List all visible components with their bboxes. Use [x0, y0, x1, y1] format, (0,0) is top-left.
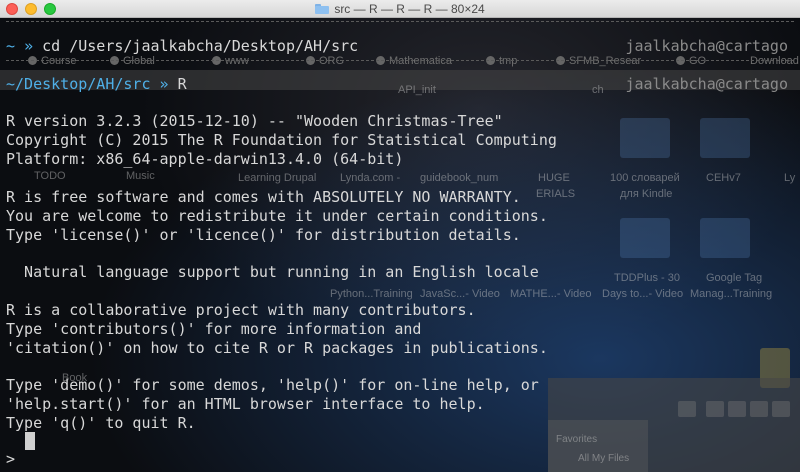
- output-line: Type 'contributors()' for more informati…: [6, 320, 422, 338]
- prompt-line-1: ~ » cd /Users/jaalkabcha/Desktop/AH/src: [6, 37, 358, 56]
- command-text: cd /Users/jaalkabcha/Desktop/AH/src: [42, 37, 359, 55]
- terminal-content[interactable]: ~ » cd /Users/jaalkabcha/Desktop/AH/src …: [0, 18, 800, 472]
- terminal-cursor[interactable]: [25, 432, 35, 450]
- window-title: src — R — R — R — 80×24: [0, 0, 800, 18]
- prompt-arrow: »: [24, 37, 34, 55]
- prompt-host: jaalkabcha@cartago: [625, 37, 788, 55]
- title-bar[interactable]: src — R — R — R — 80×24: [0, 0, 800, 18]
- prompt-separator: [6, 60, 794, 61]
- prompt-separator: [6, 21, 794, 22]
- output-line: Platform: x86_64-apple-darwin13.4.0 (64-…: [6, 150, 404, 168]
- folder-icon: [315, 4, 330, 14]
- output-line: 'citation()' on how to cite R or R packa…: [6, 339, 548, 357]
- output-line: Type 'demo()' for some demos, 'help()' f…: [6, 376, 539, 394]
- output-line: R is a collaborative project with many c…: [6, 301, 476, 319]
- output-line: Type 'license()' or 'licence()' for dist…: [6, 226, 521, 244]
- prompt-host: jaalkabcha@cartago: [625, 75, 788, 93]
- output-line: R is free software and comes with ABSOLU…: [6, 188, 521, 206]
- prompt-line-2: ~/Desktop/AH/src » R: [6, 75, 187, 94]
- prompt-arrow: »: [159, 75, 169, 93]
- output-line: 'help.start()' for an HTML browser inter…: [6, 395, 485, 413]
- output-line: Type 'q()' to quit R.: [6, 414, 196, 432]
- output-line: Copyright (C) 2015 The R Foundation for …: [6, 131, 557, 149]
- output-line: R version 3.2.3 (2015-12-10) -- "Wooden …: [6, 112, 503, 130]
- window-title-text: src — R — R — R — 80×24: [334, 2, 485, 16]
- output-line: You are welcome to redistribute it under…: [6, 207, 548, 225]
- r-input-prompt: >: [6, 450, 16, 468]
- output-line: Natural language support but running in …: [6, 263, 539, 281]
- command-text: R: [177, 75, 187, 93]
- prompt-tilde: ~: [6, 37, 16, 55]
- prompt-path: ~/Desktop/AH/src: [6, 75, 151, 93]
- terminal-window: Course Global www ORG Mathematica tmp SF…: [0, 0, 800, 472]
